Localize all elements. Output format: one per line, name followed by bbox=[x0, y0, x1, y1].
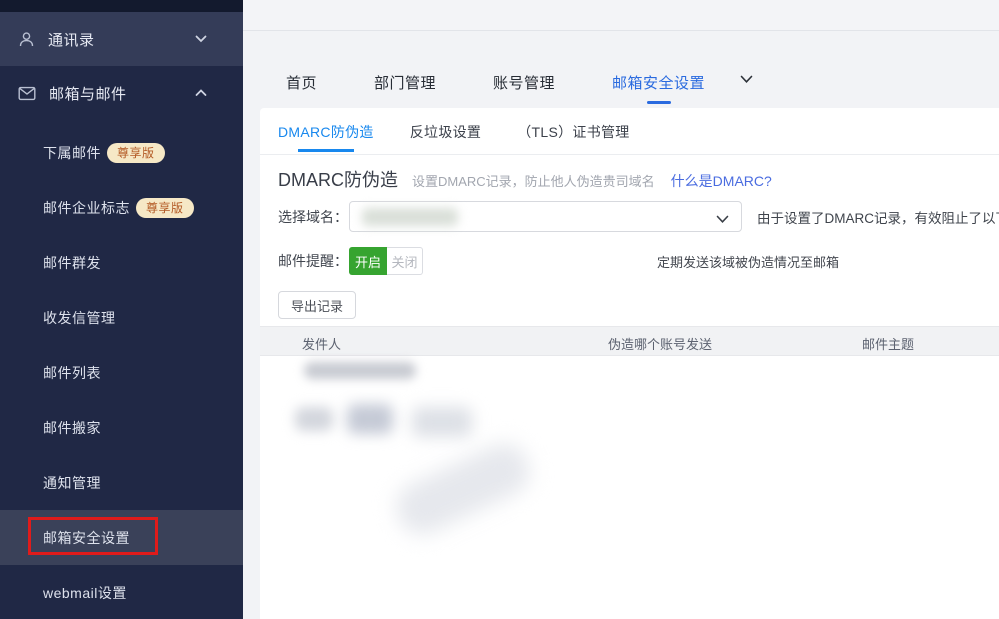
sidebar-item-label: 下属邮件 bbox=[43, 143, 101, 163]
chevron-down-icon[interactable] bbox=[740, 75, 753, 84]
section-header: DMARC防伪造 设置DMARC记录，防止他人伪造贵司域名 什么是DMARC? bbox=[278, 166, 999, 192]
subtab-tls-cert[interactable]: （TLS）证书管理 bbox=[517, 123, 629, 142]
sidebar-top-strip bbox=[0, 0, 243, 12]
tab-account[interactable]: 账号管理 bbox=[493, 72, 555, 93]
sidebar-item-label: 通知管理 bbox=[43, 473, 101, 493]
sidebar-item-mass-mail[interactable]: 邮件群发 bbox=[0, 235, 243, 290]
person-icon bbox=[18, 31, 35, 48]
sidebar-item-label: 邮件企业标志 bbox=[43, 198, 130, 218]
sidebar-item-notification[interactable]: 通知管理 bbox=[0, 455, 243, 510]
sidebar-group-mail[interactable]: 邮箱与邮件 bbox=[0, 66, 243, 120]
sidebar-item-label: webmail设置 bbox=[43, 583, 127, 603]
redacted-table-cell bbox=[295, 407, 333, 431]
chevron-down-icon bbox=[716, 211, 729, 229]
chevron-down-icon bbox=[195, 35, 207, 43]
premium-badge: 尊享版 bbox=[107, 143, 165, 163]
redacted-table-cell bbox=[412, 407, 472, 437]
app-root: 通讯录 邮箱与邮件 下属邮件 bbox=[0, 0, 999, 619]
redacted-table-cell bbox=[347, 404, 393, 434]
reminder-on-button[interactable]: 开启 bbox=[349, 247, 387, 275]
domain-select-label: 选择域名： bbox=[278, 207, 349, 227]
tab-security[interactable]: 邮箱安全设置 bbox=[612, 72, 705, 93]
column-sender: 发件人 bbox=[302, 334, 341, 353]
sidebar-item-label: 邮件列表 bbox=[43, 363, 101, 383]
top-tabbar: 首页 部门管理 账号管理 邮箱安全设置 bbox=[243, 31, 999, 108]
mail-icon bbox=[18, 86, 36, 101]
sidebar-subnav: 下属邮件 尊享版 邮件企业标志 尊享版 邮件群发 收发信管理 邮件列表 邮件搬家… bbox=[0, 120, 243, 619]
sidebar-group-label: 通讯录 bbox=[48, 29, 95, 50]
domain-row: 选择域名： 由于设置了DMARC记录，有效阻止了以下伪造 bbox=[278, 201, 999, 232]
main-area: 首页 部门管理 账号管理 邮箱安全设置 DMARC防伪造 反垃圾设置 （TLS）… bbox=[243, 0, 999, 619]
export-records-button[interactable]: 导出记录 bbox=[278, 291, 356, 319]
sidebar-item-label: 邮件搬家 bbox=[43, 418, 101, 438]
sidebar-item-brand-logo[interactable]: 邮件企业标志 尊享版 bbox=[0, 180, 243, 235]
sub-tabbar: DMARC防伪造 反垃圾设置 （TLS）证书管理 bbox=[278, 123, 999, 142]
subtab-dmarc[interactable]: DMARC防伪造 bbox=[278, 123, 374, 142]
sidebar-item-subordinate-mail[interactable]: 下属邮件 尊享版 bbox=[0, 125, 243, 180]
premium-badge: 尊享版 bbox=[136, 198, 194, 218]
sidebar-item-webmail[interactable]: webmail设置 bbox=[0, 565, 243, 619]
column-subject: 邮件主题 bbox=[862, 334, 914, 353]
sidebar-item-mail-migration[interactable]: 邮件搬家 bbox=[0, 400, 243, 455]
content-header-strip bbox=[243, 0, 999, 31]
sidebar: 通讯录 邮箱与邮件 下属邮件 bbox=[0, 0, 243, 619]
redacted-table-cell bbox=[389, 436, 538, 542]
reminder-row: 邮件提醒： 开启 关闭 定期发送该域被伪造情况至邮箱 bbox=[278, 247, 999, 275]
divider bbox=[260, 154, 999, 155]
redacted-domain-value bbox=[362, 208, 458, 226]
what-is-dmarc-link[interactable]: 什么是DMARC? bbox=[671, 171, 772, 191]
dmarc-blocked-note: 由于设置了DMARC记录，有效阻止了以下伪造 bbox=[757, 207, 999, 227]
section-description: 设置DMARC记录，防止他人伪造贵司域名 bbox=[412, 171, 655, 190]
sidebar-item-send-receive[interactable]: 收发信管理 bbox=[0, 290, 243, 345]
page-title: DMARC防伪造 bbox=[278, 166, 398, 192]
table-header: 发件人 伪造哪个账号发送 邮件主题 bbox=[260, 326, 999, 356]
column-forged-account: 伪造哪个账号发送 bbox=[608, 334, 712, 353]
redacted-table-cell bbox=[304, 362, 416, 379]
subtab-antispam[interactable]: 反垃圾设置 bbox=[410, 123, 482, 142]
sidebar-item-mailing-list[interactable]: 邮件列表 bbox=[0, 345, 243, 400]
sidebar-item-label: 邮件群发 bbox=[43, 253, 101, 273]
sidebar-item-label: 邮箱安全设置 bbox=[43, 528, 130, 548]
reminder-off-button[interactable]: 关闭 bbox=[387, 247, 423, 275]
domain-select[interactable] bbox=[349, 201, 742, 232]
content-card: DMARC防伪造 反垃圾设置 （TLS）证书管理 DMARC防伪造 设置DMAR… bbox=[260, 108, 999, 619]
mail-reminder-label: 邮件提醒： bbox=[278, 251, 349, 271]
reminder-note: 定期发送该域被伪造情况至邮箱 bbox=[657, 252, 839, 271]
sidebar-item-label: 收发信管理 bbox=[43, 308, 116, 328]
export-row: 导出记录 bbox=[278, 291, 999, 319]
tab-department[interactable]: 部门管理 bbox=[374, 72, 436, 93]
sidebar-group-contacts[interactable]: 通讯录 bbox=[0, 12, 243, 66]
sidebar-group-label: 邮箱与邮件 bbox=[49, 83, 127, 104]
sidebar-item-security-settings[interactable]: 邮箱安全设置 bbox=[0, 510, 243, 565]
tab-home[interactable]: 首页 bbox=[286, 72, 317, 93]
chevron-up-icon bbox=[195, 89, 207, 97]
